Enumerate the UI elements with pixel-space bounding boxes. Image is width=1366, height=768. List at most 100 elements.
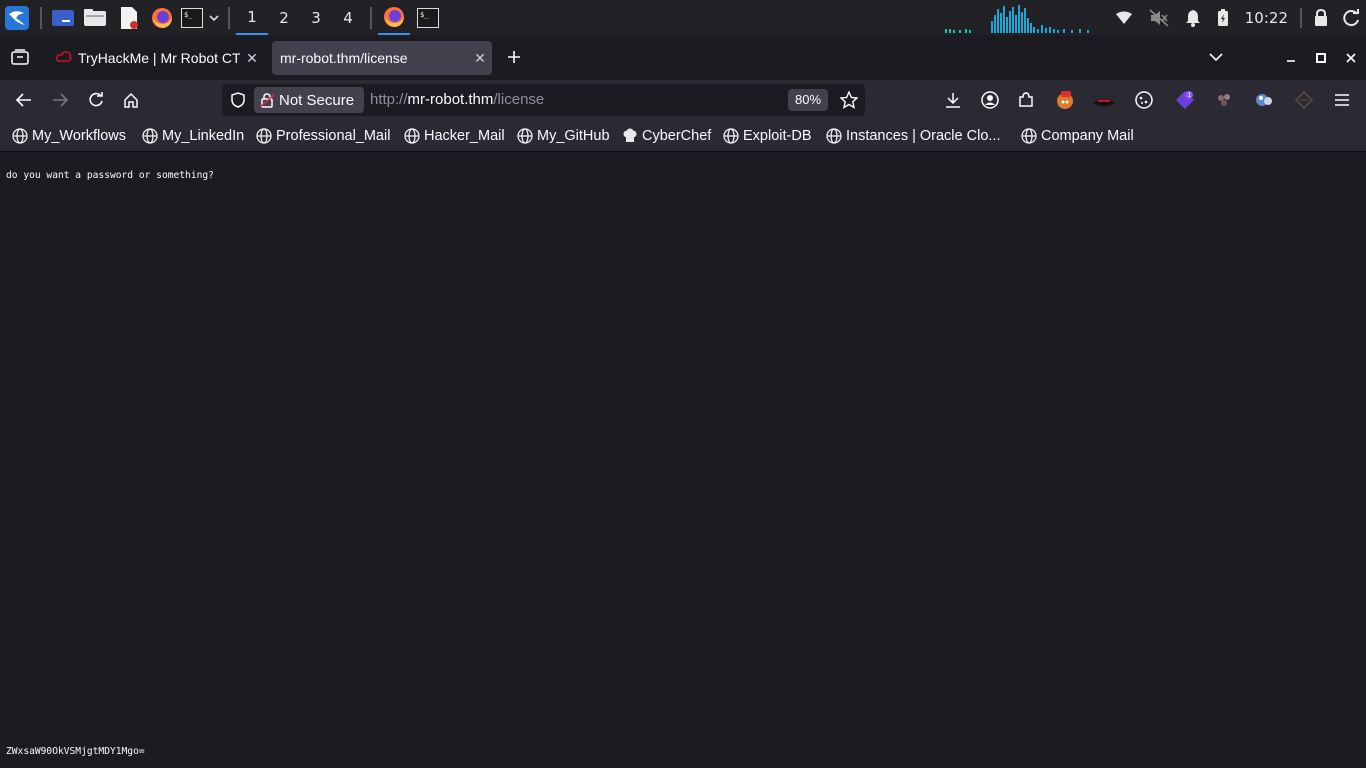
tracking-protection-button[interactable] [224,86,252,114]
close-icon [1346,52,1356,63]
bookmark-label: My_Workflows [32,127,126,144]
taskbar-separator [40,6,42,29]
extension-foxyproxy-button[interactable] [1053,88,1077,112]
navigation-toolbar: Not Secure http://mr-robot.thm/license 8… [0,80,1366,120]
arrow-right-icon [53,93,68,107]
svg-text:$_: $_ [184,11,193,19]
volume-control[interactable] [1141,0,1177,35]
globe-icon [723,127,739,144]
lock-icon [1315,9,1327,26]
svg-text:1: 1 [1188,92,1192,99]
extension-dots-button[interactable] [1212,88,1236,112]
bookmark-my-workflows[interactable]: My_Workflows [12,120,126,151]
globe-icon [142,127,158,144]
reload-icon [89,92,103,107]
lock-screen-button[interactable] [1306,0,1336,35]
downloads-button[interactable] [941,88,965,112]
cpu-graph[interactable] [944,0,1107,35]
extension-hat-button[interactable] [1092,88,1116,112]
arrow-left-icon [16,93,31,107]
terminal-window-button[interactable]: $_ [410,0,446,35]
bookmark-professional-mail[interactable]: Professional_Mail [256,120,390,151]
launcher-dropdown-button[interactable] [206,0,222,35]
tab-license[interactable]: mr-robot.thm/license ✕ [272,41,492,75]
kali-menu-button[interactable] [0,0,34,35]
back-button[interactable] [10,86,38,114]
bookmark-hacker-mail[interactable]: Hacker_Mail [404,120,505,151]
logout-button[interactable] [1336,0,1366,35]
hamburger-menu-icon [1335,94,1349,106]
bookmark-oracle-cloud-instances[interactable]: Instances | Oracle Clo... [826,120,1000,151]
plus-icon [508,51,520,63]
text-editor-icon [121,6,138,29]
bookmark-page-button[interactable] [835,86,863,114]
firefox-view-button[interactable] [6,43,34,71]
reload-button[interactable] [82,86,110,114]
taskbar-separator [370,6,372,29]
extension-disabled-button[interactable] [1292,88,1316,112]
minimize-button[interactable] [1276,35,1306,80]
firefox-icon [384,6,404,27]
forward-button[interactable] [46,86,74,114]
app-menu-button[interactable] [1330,88,1354,112]
chevron-down-icon [209,14,219,21]
home-button[interactable] [117,86,145,114]
clock[interactable]: 10:22 [1237,0,1296,35]
firefox-launcher-button[interactable] [146,0,178,35]
system-tray: 10:22 [944,0,1366,35]
terminal-icon: $_ [417,7,439,28]
bookmark-label: Instances | Oracle Clo... [846,127,1001,144]
site-security-button[interactable]: Not Secure [254,87,364,113]
svg-text:$_: $_ [420,11,429,19]
maximize-button[interactable] [1306,35,1336,80]
tab-strip: TryHackMe | Mr Robot CTF ✕ mr-robot.thm/… [0,35,1366,80]
bookmark-exploit-db[interactable]: Exploit-DB [723,120,812,151]
extension-badge-button[interactable]: 1 [1173,88,1197,112]
new-tab-button[interactable] [500,43,528,71]
home-icon [124,92,138,108]
wifi-status[interactable] [1107,0,1141,35]
close-icon[interactable]: ✕ [468,50,492,67]
bookmark-label: Exploit-DB [743,127,812,144]
firefox-view-icon [11,49,29,65]
file-manager-button[interactable] [78,0,112,35]
workspace-4[interactable]: 4 [332,0,364,35]
close-icon[interactable]: ✕ [240,50,264,67]
bookmark-label: Hacker_Mail [424,127,505,144]
extension-cookie-button[interactable] [1132,88,1156,112]
firefox-window-button[interactable] [378,0,410,35]
workspace-3[interactable]: 3 [300,0,332,35]
account-icon [981,91,999,109]
extensions-button[interactable] [1014,88,1038,112]
url-bar[interactable]: Not Secure http://mr-robot.thm/license 8… [222,84,865,116]
maximize-icon [1316,52,1326,63]
chef-hat-icon [623,128,637,142]
workspace-1[interactable]: 1 [236,0,268,35]
url-input[interactable]: http://mr-robot.thm/license [370,84,544,116]
zoom-reset-button[interactable]: 80% [788,89,828,111]
battery-status[interactable] [1209,0,1237,35]
chevron-down-icon [1209,53,1223,62]
volume-muted-icon [1149,8,1169,27]
battery-charging-icon [1217,8,1228,26]
globe-extension-icon [1256,94,1272,106]
desktop-icon [52,9,74,26]
security-label: Not Secure [279,91,355,109]
tab-title: mr-robot.thm/license [280,50,408,66]
list-all-tabs-button[interactable] [1202,43,1230,71]
url-path: /license [493,91,545,108]
notifications[interactable] [1177,0,1209,35]
workspace-2[interactable]: 2 [268,0,300,35]
wifi-icon [1115,11,1132,24]
text-editor-button[interactable] [112,0,146,35]
terminal-launcher-button[interactable]: $_ [178,0,206,35]
account-button[interactable] [978,88,1002,112]
show-desktop-button[interactable] [48,0,78,35]
bookmark-my-github[interactable]: My_GitHub [517,120,610,151]
tab-tryhackme[interactable]: TryHackMe | Mr Robot CTF ✕ [52,41,264,75]
extension-wappalyzer-button[interactable] [1252,88,1276,112]
bookmark-cyberchef[interactable]: CyberChef [622,120,711,151]
close-window-button[interactable] [1336,35,1366,80]
bookmark-my-linkedin[interactable]: My_LinkedIn [142,120,244,151]
bookmark-company-mail[interactable]: Company Mail [1021,120,1134,151]
